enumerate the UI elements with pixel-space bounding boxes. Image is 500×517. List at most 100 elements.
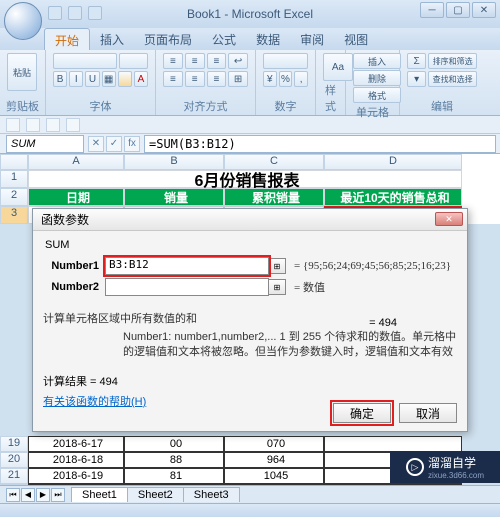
col-header-D[interactable]: D <box>324 154 462 170</box>
status-bar <box>0 503 500 517</box>
cell-format[interactable]: 格式 <box>353 87 401 103</box>
cell[interactable]: 070 <box>224 436 324 452</box>
header-sum10[interactable]: 最近10天的销售总和 <box>324 188 462 206</box>
paste-button[interactable]: 粘贴 <box>7 53 37 91</box>
qat-save-icon[interactable] <box>48 6 62 20</box>
bold-button[interactable]: B <box>53 71 67 87</box>
tb-icon[interactable] <box>6 118 20 132</box>
border-button[interactable]: ▦ <box>102 71 116 87</box>
cell[interactable]: 2018-6-19 <box>28 468 124 484</box>
number-format[interactable] <box>263 53 308 69</box>
tb-icon[interactable] <box>66 118 80 132</box>
enter-fx-icon[interactable]: ✓ <box>106 136 122 152</box>
ok-button[interactable]: 确定 <box>333 403 391 423</box>
qat-undo-icon[interactable] <box>68 6 82 20</box>
italic-button[interactable]: I <box>69 71 83 87</box>
fill-button[interactable]: ▾ <box>407 71 426 87</box>
sheet-nav-prev-icon[interactable]: ◀ <box>21 488 35 502</box>
minimize-button[interactable]: ─ <box>420 2 444 18</box>
dialog-close-icon[interactable]: ✕ <box>435 212 463 226</box>
header-sales[interactable]: 销量 <box>124 188 224 206</box>
sheet-tab-1[interactable]: Sheet1 <box>71 487 128 502</box>
tb-icon[interactable] <box>26 118 40 132</box>
underline-button[interactable]: U <box>85 71 99 87</box>
cell[interactable]: 964 <box>224 452 324 468</box>
maximize-button[interactable]: ▢ <box>446 2 470 18</box>
align-top[interactable]: ≡ <box>163 53 183 69</box>
fill-color-button[interactable] <box>118 71 132 87</box>
qat-redo-icon[interactable] <box>88 6 102 20</box>
tab-review[interactable]: 审阅 <box>290 28 334 50</box>
office-button[interactable] <box>4 2 42 40</box>
tab-layout[interactable]: 页面布局 <box>134 28 202 50</box>
row-header[interactable]: 19 <box>0 436 28 452</box>
cell[interactable]: 2018-6-17 <box>28 436 124 452</box>
select-all-corner[interactable] <box>0 154 28 170</box>
cell[interactable] <box>324 436 462 452</box>
header-date[interactable]: 日期 <box>28 188 124 206</box>
align-mid[interactable]: ≡ <box>185 53 205 69</box>
dialog-titlebar[interactable]: 函数参数 ✕ <box>33 209 467 231</box>
close-button[interactable]: ✕ <box>472 2 496 18</box>
tab-data[interactable]: 数据 <box>246 28 290 50</box>
cancel-fx-icon[interactable]: ✕ <box>88 136 104 152</box>
merge-button[interactable]: ⊞ <box>228 71 248 87</box>
cell[interactable]: 2018-6-18 <box>28 452 124 468</box>
sheet-tab-2[interactable]: Sheet2 <box>127 487 184 502</box>
sub-toolbar <box>0 116 500 134</box>
sort-button[interactable]: 排序和筛选 <box>428 53 477 69</box>
tab-insert[interactable]: 插入 <box>90 28 134 50</box>
percent-button[interactable]: % <box>279 71 293 87</box>
help-link[interactable]: 有关该函数的帮助(H) <box>43 393 146 409</box>
arg1-input[interactable]: B3:B12 <box>105 257 269 275</box>
cell[interactable]: 1045 <box>224 468 324 484</box>
arg2-ref-icon[interactable]: ⊞ <box>268 279 286 295</box>
cell[interactable]: 81 <box>124 468 224 484</box>
align-left[interactable]: ≡ <box>163 71 183 87</box>
group-editing: 编辑 <box>406 98 478 115</box>
row-header-selected[interactable]: 3 <box>0 206 28 224</box>
group-number: 数字 <box>262 98 309 115</box>
tab-home[interactable]: 开始 <box>44 28 90 50</box>
row-header[interactable]: 2 <box>0 188 28 206</box>
arg2-input[interactable] <box>105 278 269 296</box>
watermark-brand: 溜溜自学 <box>428 456 476 470</box>
function-name: SUM <box>45 239 457 251</box>
arg1-ref-icon[interactable]: ⊞ <box>268 258 286 274</box>
watermark: ▷ 溜溜自学 zixue.3d66.com <box>390 451 500 483</box>
cancel-button[interactable]: 取消 <box>399 403 457 423</box>
cell-insert[interactable]: 插入 <box>353 53 401 69</box>
name-box[interactable]: SUM <box>6 135 84 153</box>
currency-button[interactable]: ¥ <box>263 71 277 87</box>
row-header[interactable]: 20 <box>0 452 28 468</box>
tab-view[interactable]: 视图 <box>334 28 378 50</box>
cell[interactable]: 00 <box>124 436 224 452</box>
font-size-dd[interactable] <box>119 53 148 69</box>
col-header-A[interactable]: A <box>28 154 124 170</box>
sheet-nav-first-icon[interactable]: ⏮ <box>6 488 20 502</box>
cell[interactable]: 88 <box>124 452 224 468</box>
align-right[interactable]: ≡ <box>207 71 227 87</box>
find-button[interactable]: 查找和选择 <box>428 71 477 87</box>
tab-formulas[interactable]: 公式 <box>202 28 246 50</box>
wrap-text[interactable]: ↩ <box>228 53 248 69</box>
sheet-nav-last-icon[interactable]: ⏭ <box>51 488 65 502</box>
autosum-button[interactable]: Σ <box>407 53 426 69</box>
formula-input[interactable]: =SUM(B3:B12) <box>144 135 496 153</box>
cell-delete[interactable]: 删除 <box>353 70 401 86</box>
group-font: 字体 <box>52 98 149 115</box>
font-color-button[interactable]: A <box>134 71 148 87</box>
header-cumsales[interactable]: 累积销量 <box>224 188 324 206</box>
title-cell[interactable]: 6月份销售报表 <box>28 170 462 188</box>
tb-icon[interactable] <box>46 118 60 132</box>
sheet-nav-next-icon[interactable]: ▶ <box>36 488 50 502</box>
fx-icon[interactable]: fx <box>124 136 140 152</box>
align-center[interactable]: ≡ <box>185 71 205 87</box>
font-family-dd[interactable] <box>53 53 117 69</box>
comma-button[interactable]: , <box>294 71 308 87</box>
sheet-tab-3[interactable]: Sheet3 <box>183 487 240 502</box>
row-header[interactable]: 1 <box>0 170 28 188</box>
ribbon: 粘贴 剪贴板 BIU▦A 字体 ≡≡≡↩ ≡≡≡⊞ 对齐方式 ¥%, 数字 Aa… <box>0 50 500 116</box>
row-header[interactable]: 21 <box>0 468 28 484</box>
align-bot[interactable]: ≡ <box>207 53 227 69</box>
